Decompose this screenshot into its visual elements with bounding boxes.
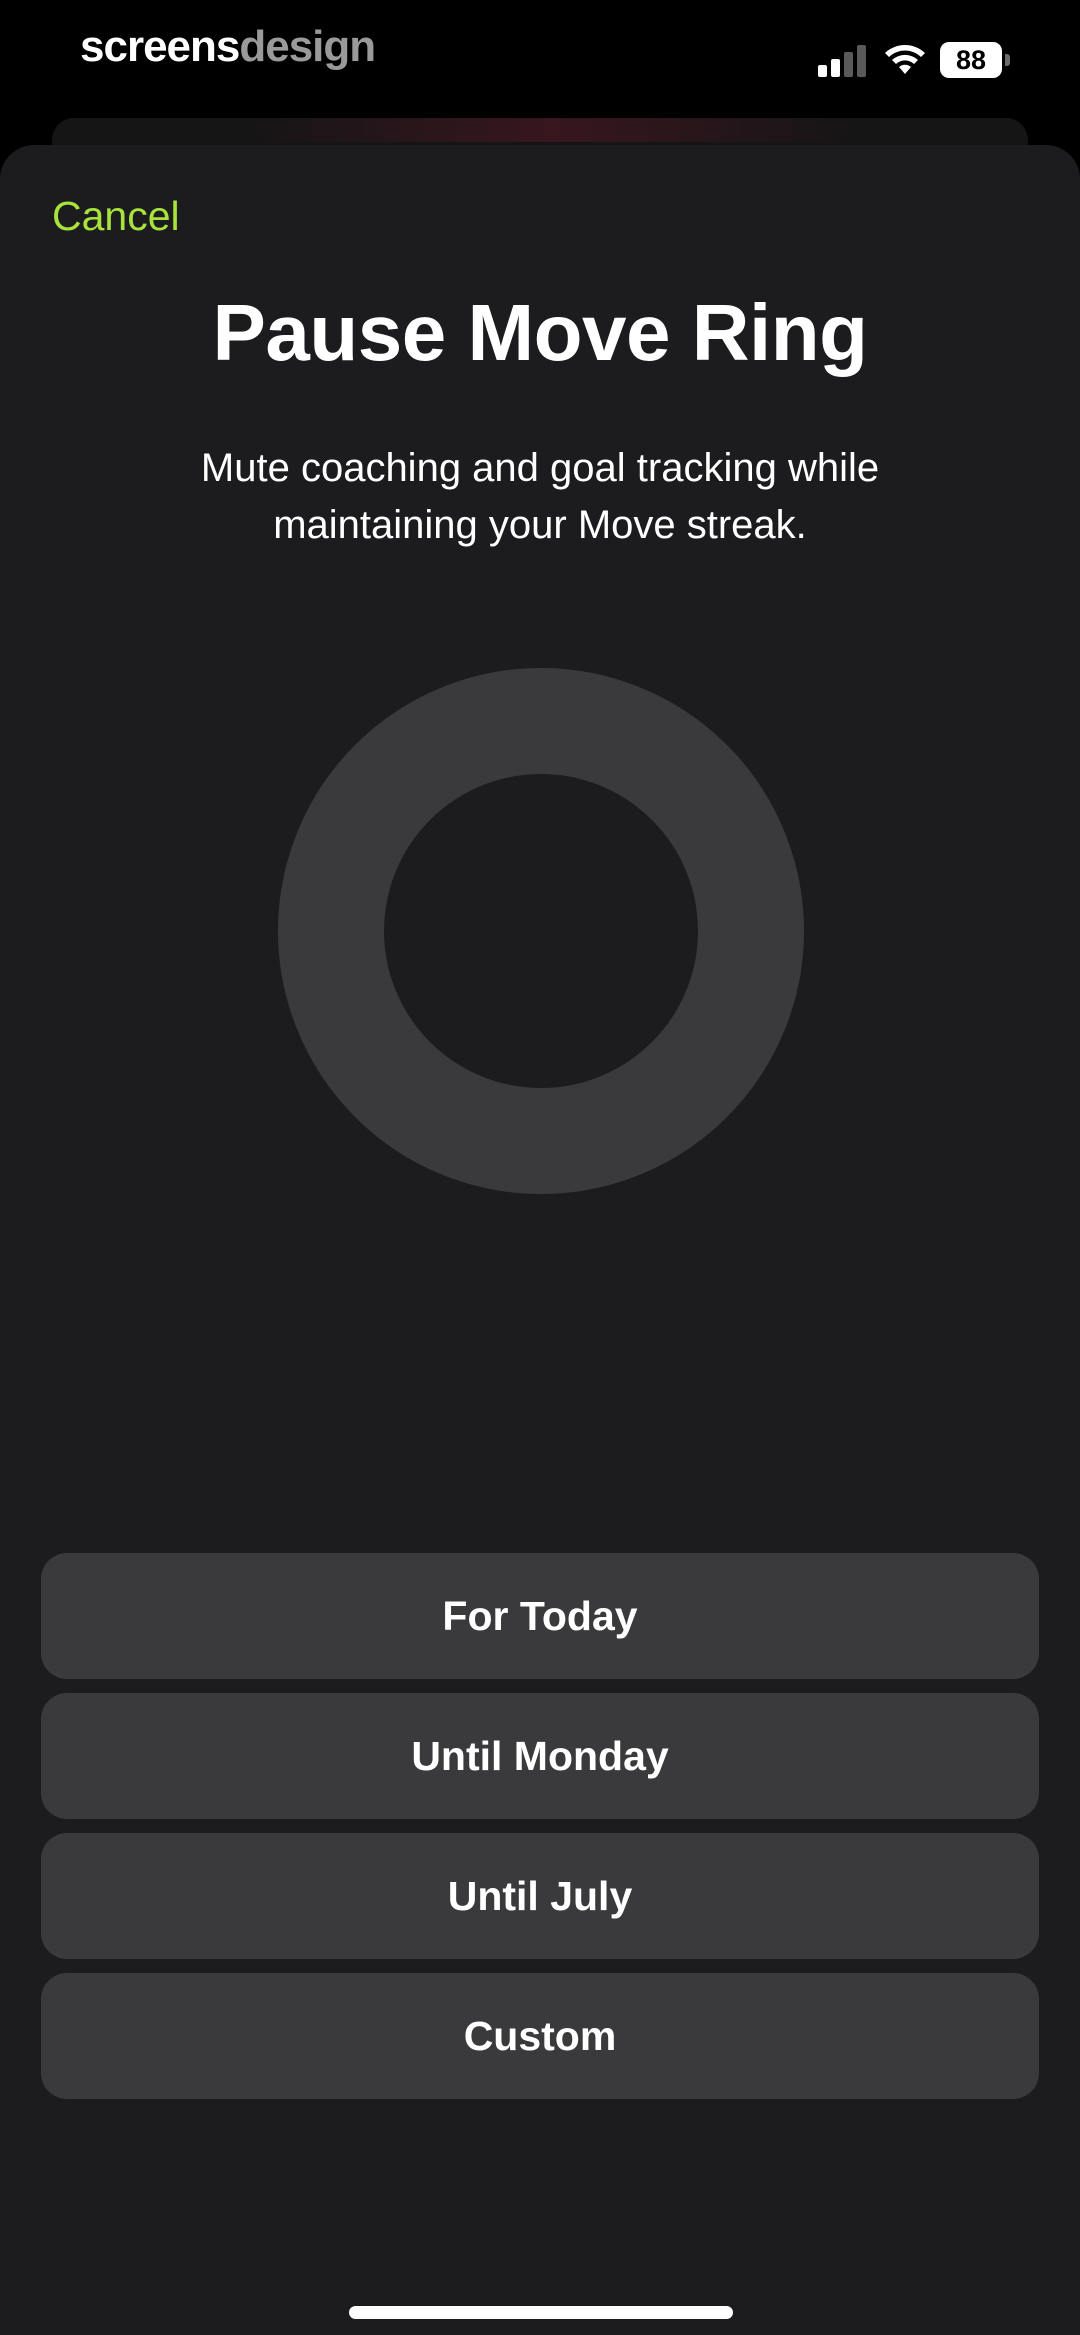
logo-part-2: design	[239, 22, 376, 71]
cellular-signal-icon	[818, 45, 866, 77]
wifi-icon	[885, 45, 925, 74]
battery-level: 88	[940, 42, 1002, 78]
screensdesign-logo: screensdesign	[80, 22, 376, 72]
status-bar: screensdesign 88	[0, 0, 1080, 120]
cancel-button[interactable]: Cancel	[52, 193, 180, 240]
page-subtitle: Mute coaching and goal tracking while ma…	[200, 446, 880, 547]
for-today-button[interactable]: For Today	[41, 1553, 1039, 1679]
move-ring	[278, 668, 804, 1194]
until-july-button[interactable]: Until July	[41, 1833, 1039, 1959]
until-monday-button[interactable]: Until Monday	[41, 1693, 1039, 1819]
logo-part-1: screens	[80, 22, 240, 71]
battery-icon: 88	[940, 42, 1010, 78]
background-sheet-glow	[252, 118, 852, 142]
battery-tip	[1005, 54, 1010, 66]
pause-options-list: For Today Until Monday Until July Custom	[41, 1553, 1039, 2113]
custom-button[interactable]: Custom	[41, 1973, 1039, 2099]
home-indicator	[349, 2306, 733, 2319]
move-ring-graphic	[278, 668, 804, 1194]
page-title: Pause Move Ring	[212, 288, 868, 377]
